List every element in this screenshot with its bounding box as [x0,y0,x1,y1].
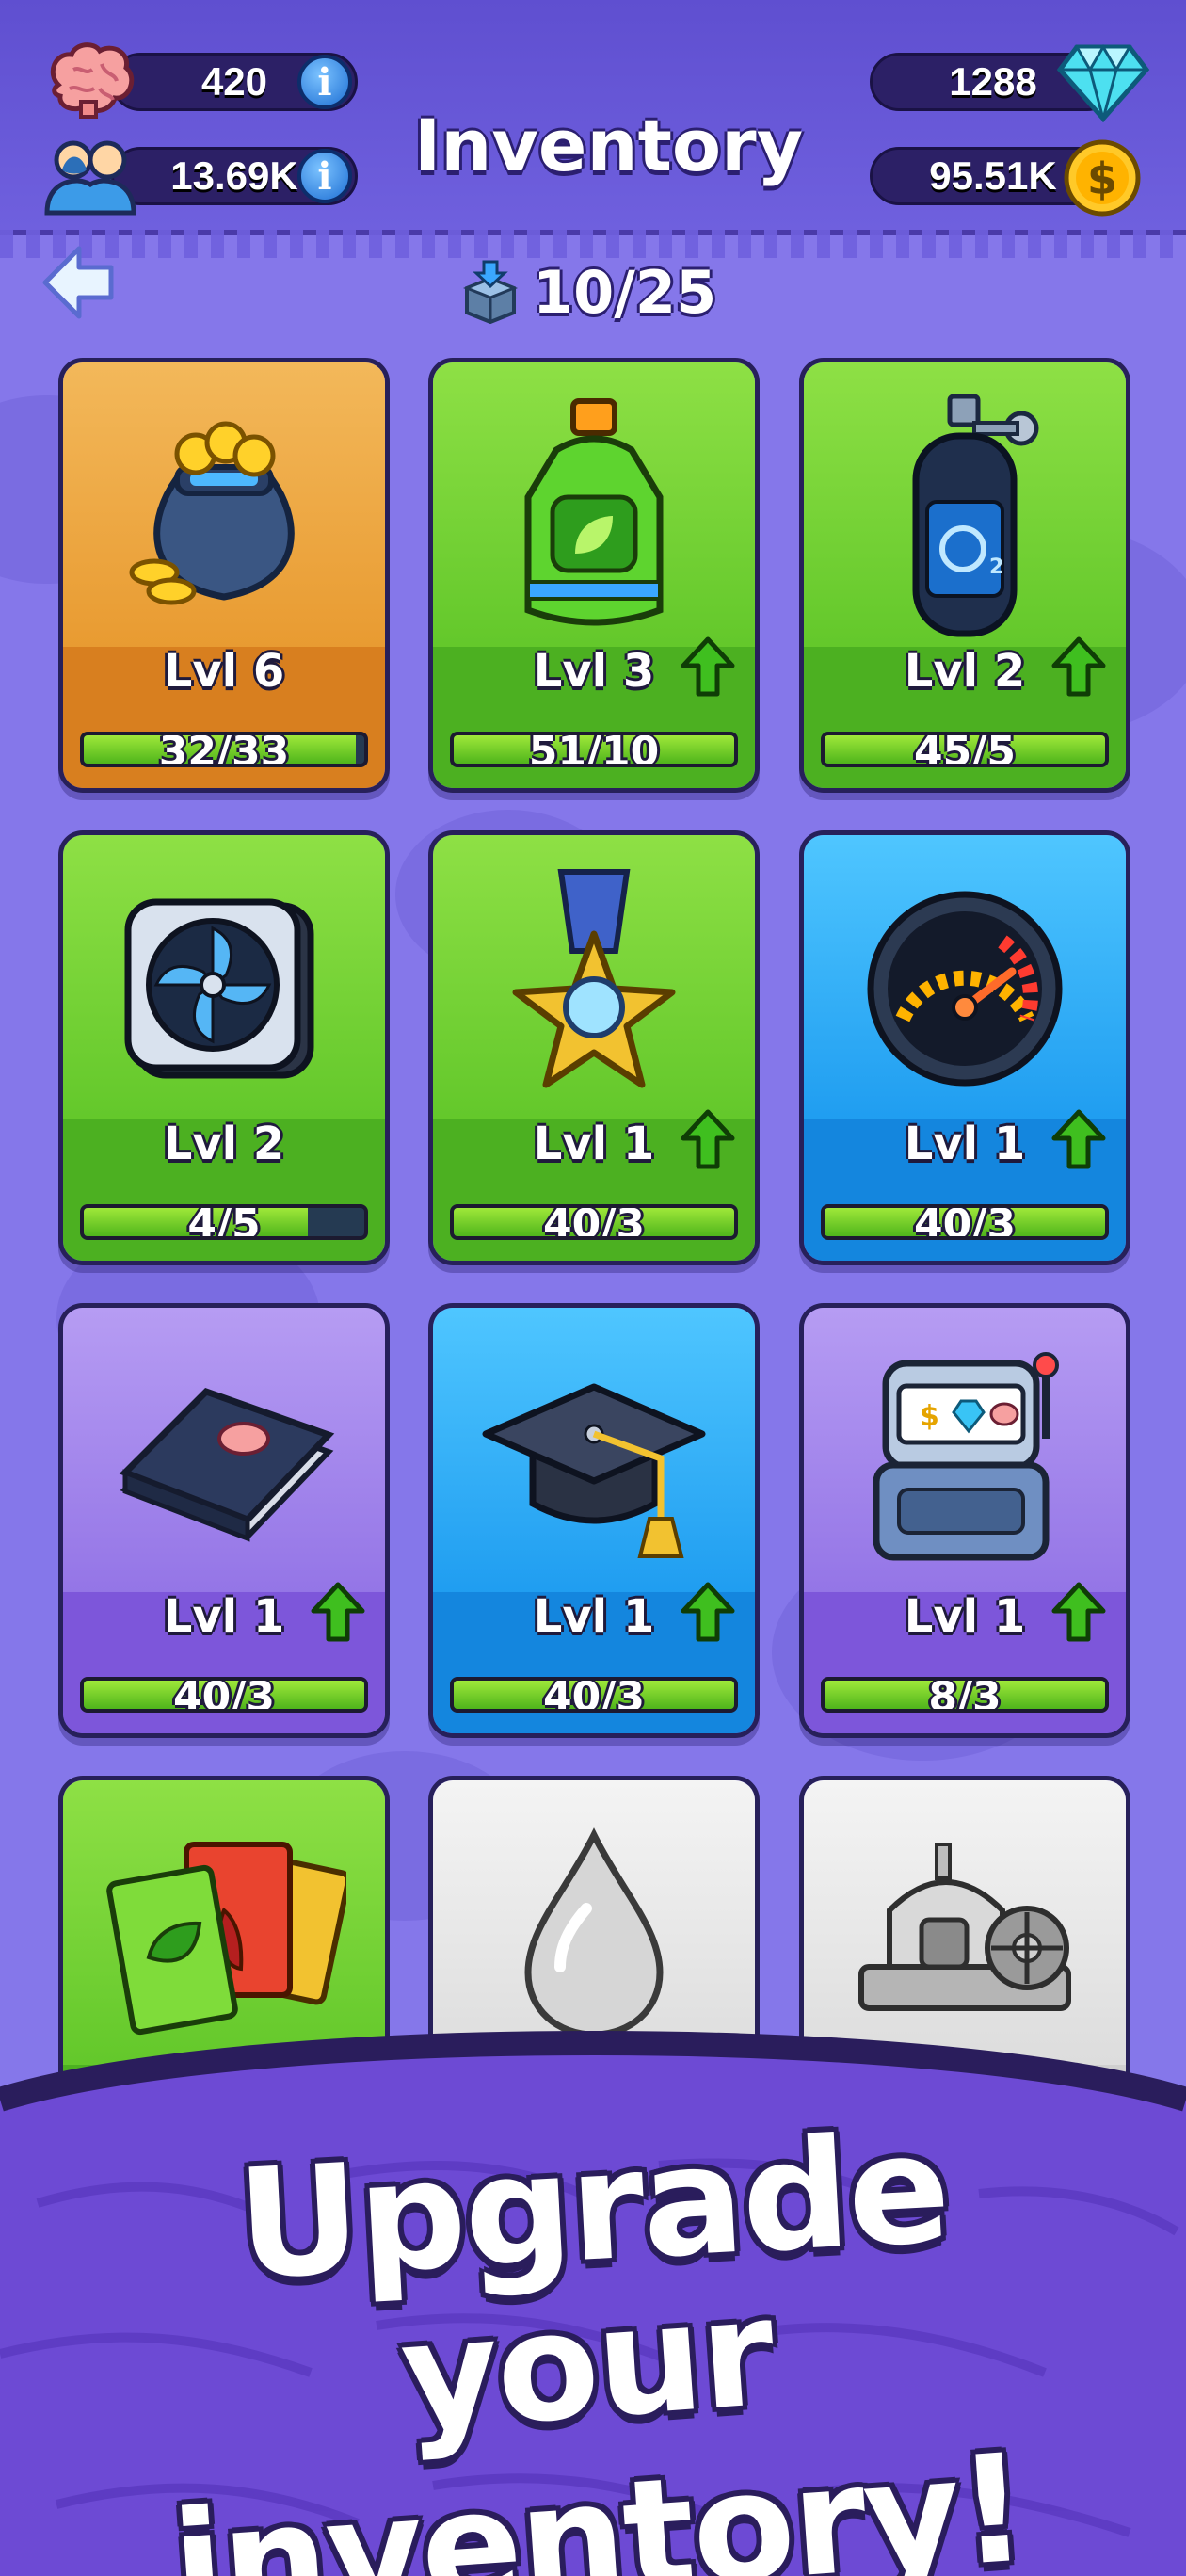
followers-value: 13.69K [170,153,298,198]
brain-info-button[interactable]: i [297,55,352,109]
capacity-text: 10/25 [533,257,717,327]
coins-value: 95.51K [929,153,1057,198]
card-progress-text: 40/3 [914,1204,1016,1240]
inventory-card-star-medal[interactable]: Lvl 1 40/3 [428,830,760,1265]
card-progress-text: 40/3 [543,1204,645,1240]
inventory-capacity: 10/25 [461,254,716,330]
upgrade-arrow-icon[interactable] [1050,1581,1107,1643]
page-title: Inventory [414,104,804,187]
brain-value: 420 [200,59,268,104]
upgrade-arrow-icon[interactable] [310,1581,366,1643]
star-medal-icon [433,852,755,1125]
card-progress-bar: 51/10 [450,732,738,767]
card-level-label: Lvl 2 [163,1118,285,1170]
cooling-fan-icon [63,852,385,1125]
inventory-box-icon [462,260,519,324]
coin-sack-icon [63,379,385,652]
arrow-left-icon [42,246,114,319]
upgrade-arrow-icon[interactable] [1050,636,1107,698]
slot-machine-icon: $ [804,1325,1126,1598]
card-progress-bar: 32/33 [80,732,368,767]
gems-value: 1288 [949,59,1037,104]
card-progress-bar: 8/3 [821,1677,1109,1713]
card-progress-text: 40/3 [173,1677,275,1713]
inventory-card-graduation-cap[interactable]: Lvl 1 40/3 [428,1303,760,1738]
card-progress-bar: 4/5 [80,1204,368,1240]
upgrade-arrow-icon[interactable] [680,1581,736,1643]
fertilizer-bottle-icon [433,379,755,652]
card-progress-text: 32/33 [158,732,290,767]
card-progress-bar: 40/3 [821,1204,1109,1240]
inventory-card-coin-sack[interactable]: Lvl 6 32/33 [58,358,390,793]
upgrade-arrow-icon[interactable] [680,636,736,698]
card-progress-text: 8/3 [928,1677,1002,1713]
card-progress-bar: 45/5 [821,732,1109,767]
card-progress-bar: 40/3 [80,1677,368,1713]
upgrade-arrow-icon[interactable] [1050,1108,1107,1170]
inventory-card-cooling-fan[interactable]: Lvl 2 4/5 [58,830,390,1265]
followers-icon [41,132,139,218]
svg-text:$: $ [920,1400,939,1433]
inventory-card-brain-book[interactable]: Lvl 1 40/3 [58,1303,390,1738]
card-progress-text: 45/5 [914,732,1016,767]
card-progress-text: 4/5 [187,1204,261,1240]
followers-info-button[interactable]: i [297,149,352,203]
svg-text:2: 2 [989,555,1003,579]
inventory-card-speedometer[interactable]: Lvl 1 40/3 [799,830,1130,1265]
card-progress-text: 40/3 [543,1677,645,1713]
diamond-icon[interactable] [1056,40,1150,124]
brain-book-icon [63,1325,385,1598]
card-level-label: Lvl 6 [163,645,285,698]
upgrade-arrow-icon[interactable] [680,1108,736,1170]
brain-icon [45,38,136,122]
card-progress-bar: 40/3 [450,1204,738,1240]
coin-icon[interactable]: $ [1060,136,1145,220]
inventory-card-fertilizer-bottle[interactable]: Lvl 3 51/10 [428,358,760,793]
speedometer-icon [804,852,1126,1125]
oxygen-tank-icon: 2 [804,379,1126,652]
svg-text:$: $ [1087,153,1117,204]
card-progress-bar: 40/3 [450,1677,738,1713]
inventory-card-slot-machine[interactable]: $ Lvl 1 8/3 [799,1303,1130,1738]
back-button[interactable] [41,243,117,322]
inventory-card-oxygen-tank[interactable]: 2 Lvl 2 45/5 [799,358,1130,793]
card-progress-text: 51/10 [528,732,660,767]
top-header: 420 i 13.69K i Inventory 1288 95.51K $ [0,0,1186,235]
graduation-cap-icon [433,1325,755,1598]
